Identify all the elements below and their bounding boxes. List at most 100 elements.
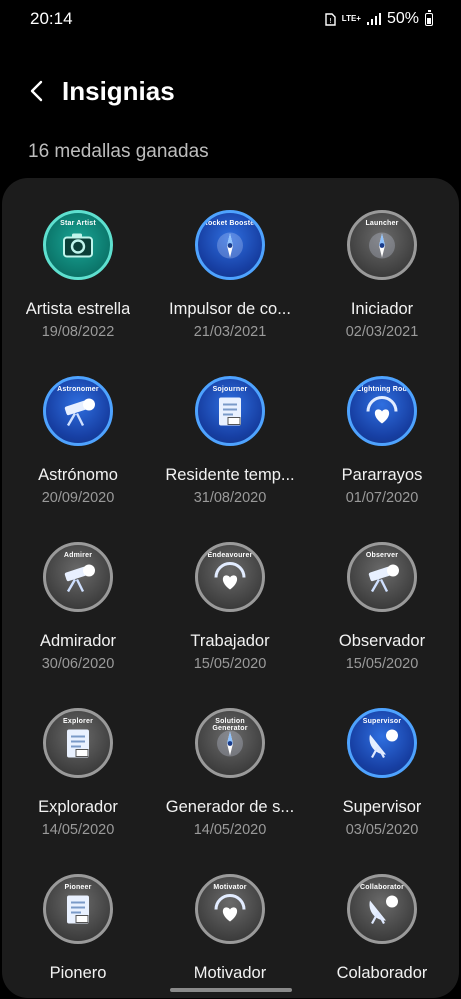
badge-ring-label: Explorer: [63, 718, 93, 725]
badge-date: 01/07/2020: [345, 490, 419, 506]
badge-emblem: [364, 395, 400, 432]
badge-emblem: [59, 561, 97, 598]
badge-emblem: [212, 893, 248, 930]
badge-item[interactable]: Endeavourer Trabajador 15/05/2020: [154, 532, 306, 698]
badge-ring-label: Lightning Rod: [356, 386, 408, 393]
badge-emblem: [61, 231, 95, 264]
badge-ring-label: Pioneer: [64, 884, 92, 891]
badge-name: Impulsor de co...: [169, 300, 291, 318]
badge-name: Supervisor: [342, 798, 422, 816]
badge-emblem: [364, 892, 400, 931]
badge-item[interactable]: Collaborator Colaborador: [306, 864, 458, 998]
badge-name: Observador: [338, 632, 426, 650]
badge-ring-label: Astronomer: [57, 386, 99, 393]
badge-item[interactable]: Launcher Iniciador 02/03/2021: [306, 200, 458, 366]
badge-name: Explorador: [38, 798, 118, 816]
camera-icon: Star Artist: [43, 210, 113, 280]
badge-emblem: [365, 228, 399, 267]
badge-emblem: [363, 561, 401, 598]
badge-emblem: [213, 228, 247, 267]
badge-name: Pionero: [49, 964, 107, 982]
badge-item[interactable]: Rocket Booster Impulsor de co... 21/03/202…: [154, 200, 306, 366]
back-button[interactable]: [12, 66, 62, 116]
back-arrow-icon: [30, 80, 43, 102]
badge-item[interactable]: Solution Generator Generador de s... 14/05…: [154, 698, 306, 864]
badge-item[interactable]: Supervisor Supervisor 03/05/2020: [306, 698, 458, 864]
badge-ring-label: Sojourner: [212, 386, 248, 393]
badge-name: Residente temp...: [165, 466, 295, 484]
signal-icon: [366, 13, 381, 25]
badge-date: 21/03/2021: [193, 324, 267, 340]
compass-icon: Solution Generator: [195, 708, 265, 778]
badge-name: Astrónomo: [38, 466, 118, 484]
badge-ring-label: Launcher: [365, 220, 399, 227]
badge-emblem: [364, 726, 400, 765]
badge-emblem: [63, 892, 93, 931]
badge-name: Generador de s...: [165, 798, 295, 816]
badge-date: 14/05/2020: [193, 822, 267, 838]
compass-icon: Rocket Booster: [195, 210, 265, 280]
badge-date: 03/05/2020: [345, 822, 419, 838]
badge-date: 02/03/2021: [345, 324, 419, 340]
status-bar: 20:14 ! LTE+ 50%: [0, 0, 461, 38]
badge-date: 15/05/2020: [193, 656, 267, 672]
app-header: Insignias: [0, 66, 461, 116]
badge-emblem: [215, 394, 245, 433]
telescope-icon: Astronomer: [43, 376, 113, 446]
status-icons: ! LTE+ 50%: [324, 9, 433, 28]
heart-icon: Lightning Rod: [347, 376, 417, 446]
badge-date: 19/08/2022: [41, 324, 115, 340]
satellite-dish-icon: Supervisor: [347, 708, 417, 778]
badge-item[interactable]: Motivator Motivador: [154, 864, 306, 998]
badge-ring-label: Rocket Booster: [202, 220, 258, 227]
badge-name: Admirador: [39, 632, 117, 650]
badge-item[interactable]: Pioneer Pionero: [2, 864, 154, 998]
badge-date: 20/09/2020: [41, 490, 115, 506]
badge-item[interactable]: Explorer Explorador 14/05/2020: [2, 698, 154, 864]
badge-count: 16 medallas ganadas: [28, 141, 209, 162]
svg-text:!: !: [329, 17, 332, 25]
badge-ring-label: Motivator: [213, 884, 247, 891]
badge-ring-label: Observer: [365, 552, 399, 559]
badges-grid: Star Artist Artista estrella 19/08/2022 Roc…: [2, 200, 459, 998]
badge-emblem: [59, 395, 97, 432]
badge-ring-label: Supervisor: [362, 718, 402, 725]
badge-ring-label: Endeavourer: [207, 552, 253, 559]
badge-item[interactable]: Lightning Rod Pararrayos 01/07/2020: [306, 366, 458, 532]
badge-name: Colaborador: [336, 964, 428, 982]
badge-name: Motivador: [193, 964, 267, 982]
badge-ring-label: Collaborator: [359, 884, 404, 891]
badge-emblem: [63, 726, 93, 765]
notepad-icon: Explorer: [43, 708, 113, 778]
badge-name: Iniciador: [350, 300, 414, 318]
heart-icon: Endeavourer: [195, 542, 265, 612]
heart-icon: Motivator: [195, 874, 265, 944]
badge-date: 15/05/2020: [345, 656, 419, 672]
telescope-icon: Observer: [347, 542, 417, 612]
badge-date: 30/06/2020: [41, 656, 115, 672]
page-title: Insignias: [62, 75, 175, 106]
satellite-dish-icon: Collaborator: [347, 874, 417, 944]
badge-item[interactable]: Astronomer Astrónomo 20/09/2020: [2, 366, 154, 532]
badge-item[interactable]: Star Artist Artista estrella 19/08/2022: [2, 200, 154, 366]
badge-ring-label: Admirer: [63, 552, 93, 559]
status-time: 20:14: [30, 9, 73, 28]
home-indicator: [170, 988, 292, 992]
badge-item[interactable]: Observer Observador 15/05/2020: [306, 532, 458, 698]
badge-ring-label: Star Artist: [60, 220, 96, 227]
badge-date: 31/08/2020: [193, 490, 267, 506]
badge-name: Artista estrella: [25, 300, 131, 318]
battery-percent: 50%: [386, 10, 419, 27]
telescope-icon: Admirer: [43, 542, 113, 612]
badge-emblem: [212, 561, 248, 598]
badge-emblem: [213, 726, 247, 765]
badge-date: 14/05/2020: [41, 822, 115, 838]
badges-card: Star Artist Artista estrella 19/08/2022 Roc…: [2, 178, 459, 998]
badge-name: Pararrayos: [341, 466, 423, 484]
compass-icon: Launcher: [347, 210, 417, 280]
badge-item[interactable]: Admirer Admirador 30/06/2020: [2, 532, 154, 698]
badge-item[interactable]: Sojourner Residente temp... 31/08/2020: [154, 366, 306, 532]
notepad-icon: Sojourner: [195, 376, 265, 446]
sim-alert-icon: !: [324, 12, 336, 26]
notepad-icon: Pioneer: [43, 874, 113, 944]
